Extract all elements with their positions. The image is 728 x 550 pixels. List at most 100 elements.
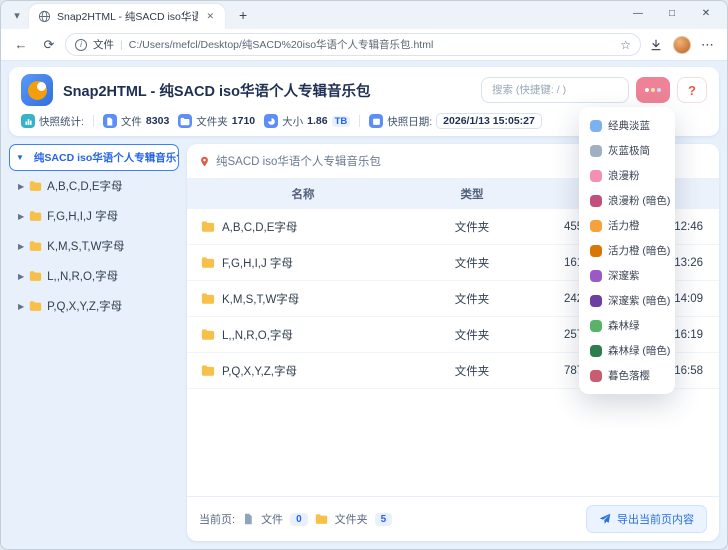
size-value: 1.86 [307,115,327,127]
caret-right-icon[interactable]: ▶ [18,302,24,311]
theme-option[interactable]: 深邃紫 [583,263,671,288]
row-name: K,M,S,T,W字母 [222,291,299,307]
url-divider: | [120,39,123,51]
theme-button[interactable] [636,77,670,103]
row-type: 文件夹 [419,291,525,307]
tree-item-label: L,,N,R,O,字母 [47,268,118,284]
folder-icon [201,256,215,269]
folder-icon [315,513,328,525]
folder-icon [29,210,42,222]
browser-menu-icon[interactable]: ⋯ [697,34,719,56]
caret-right-icon[interactable]: ▶ [18,212,24,221]
tree-item-label: K,M,S,T,W字母 [47,238,124,254]
theme-option[interactable]: 活力橙 (暗色) [583,238,671,263]
caret-right-icon[interactable]: ▶ [18,242,24,251]
url-scheme-label: 文件 [93,37,114,52]
tree-item-label: P,Q,X,Y,Z,字母 [47,298,122,314]
theme-option[interactable]: 浪漫粉 [583,163,671,188]
page-title: Snap2HTML - 纯SACD iso华语个人专辑音乐包 [63,80,471,101]
row-name: F,G,H,I,J 字母 [222,255,293,271]
column-header-type[interactable]: 类型 [419,186,525,202]
address-bar: ← ⟳ i 文件 | C:/Users/mefcl/Desktop/纯SACD%… [1,29,727,61]
palette-icon [645,88,649,92]
row-type: 文件夹 [419,219,525,235]
row-type: 文件夹 [419,363,525,379]
theme-swatch [590,245,602,257]
theme-option[interactable]: 森林绿 [583,313,671,338]
profile-avatar[interactable] [671,34,693,56]
tab-search-icon[interactable]: ▾ [5,9,29,22]
page-footer: 当前页: 文件 0 文件夹 5 导出当前页内容 [187,496,719,541]
maximize-button[interactable]: □ [655,1,689,25]
tree-item[interactable]: ▶ P,Q,X,Y,Z,字母 [9,291,179,321]
minimize-button[interactable]: — [621,1,655,25]
file-icon [242,513,254,525]
theme-swatch [590,120,602,132]
theme-option[interactable]: 浪漫粉 (暗色) [583,188,671,213]
url-text: C:/Users/mefcl/Desktop/纯SACD%20iso华语个人专辑… [129,37,615,52]
theme-swatch [590,195,602,207]
downloads-icon[interactable] [645,34,667,56]
tab-bar: ▾ Snap2HTML - 纯SACD iso华语个人 ✕ + — □ ✕ [1,1,727,29]
tree-item-label: F,G,H,I,J 字母 [47,208,118,224]
theme-menu: 经典淡蓝 灰蓝极简 浪漫粉 浪漫粉 (暗色) 活力橙 活力橙 (暗色) 深邃紫 [579,107,675,394]
column-header-name[interactable]: 名称 [187,186,419,202]
theme-option[interactable]: 暮色落樱 [583,363,671,388]
folder-icon [178,114,192,128]
page-info-icon[interactable]: i [75,39,87,51]
globe-icon [38,10,51,23]
window-controls: — □ ✕ [621,1,723,25]
bookmark-star-icon[interactable]: ☆ [620,38,631,52]
stat-size: 大小 1.86 TB [264,114,350,129]
folder-icon [29,270,42,282]
paper-plane-icon [599,513,611,525]
location-pin-icon [199,156,210,167]
row-name: P,Q,X,Y,Z,字母 [222,363,297,379]
theme-swatch [590,270,602,282]
caret-down-icon[interactable]: ▼ [16,153,24,162]
tab-close-icon[interactable]: ✕ [204,9,216,24]
tree-root-item[interactable]: ▼ 纯SACD iso华语个人专辑音乐包 [9,144,179,171]
tree-item[interactable]: ▶ A,B,C,D,E字母 [9,171,179,201]
folder-icon [29,300,42,312]
help-button[interactable]: ? [677,77,707,103]
folder-icon [29,240,42,252]
files-count-badge: 0 [290,513,308,526]
browser-tab[interactable]: Snap2HTML - 纯SACD iso华语个人 ✕ [29,4,225,29]
snapshot-date: 2026/1/13 15:05:27 [436,113,542,129]
tree-root-label: 纯SACD iso华语个人专辑音乐包 [34,150,179,165]
theme-swatch [590,345,602,357]
close-window-button[interactable]: ✕ [689,1,723,25]
calendar-icon [369,114,383,128]
row-type: 文件夹 [419,327,525,343]
pie-icon [264,114,278,128]
folders-count-badge: 5 [375,513,393,526]
theme-option[interactable]: 深邃紫 (暗色) [583,288,671,313]
tree-item[interactable]: ▶ F,G,H,I,J 字母 [9,201,179,231]
search-input[interactable] [481,77,629,103]
row-name: L,,N,R,O,字母 [222,327,293,343]
row-type: 文件夹 [419,255,525,271]
new-tab-button[interactable]: + [235,6,251,24]
folder-tree: ▼ 纯SACD iso华语个人专辑音乐包 ▶ A,B,C,D,E字母 ▶ F,G… [9,144,179,541]
theme-swatch [590,220,602,232]
tab-title: Snap2HTML - 纯SACD iso华语个人 [57,9,198,24]
browser-window: ▾ Snap2HTML - 纯SACD iso华语个人 ✕ + — □ ✕ ← … [0,0,728,550]
breadcrumb-path: 纯SACD iso华语个人专辑音乐包 [216,153,381,169]
theme-option[interactable]: 灰蓝极简 [583,138,671,163]
page-content: Snap2HTML - 纯SACD iso华语个人专辑音乐包 ? 快照统计: [1,61,727,549]
refresh-button[interactable]: ⟳ [37,33,61,57]
tree-item[interactable]: ▶ K,M,S,T,W字母 [9,231,179,261]
theme-option[interactable]: 森林绿 (暗色) [583,338,671,363]
theme-option[interactable]: 经典淡蓝 [583,113,671,138]
theme-option[interactable]: 活力橙 [583,213,671,238]
caret-right-icon[interactable]: ▶ [18,272,24,281]
export-button[interactable]: 导出当前页内容 [586,505,707,533]
theme-swatch [590,295,602,307]
stat-folders: 文件夹 1710 [178,114,255,129]
folders-count: 1710 [232,115,255,127]
caret-right-icon[interactable]: ▶ [18,182,24,191]
tree-item[interactable]: ▶ L,,N,R,O,字母 [9,261,179,291]
back-button[interactable]: ← [9,33,33,57]
url-field[interactable]: i 文件 | C:/Users/mefcl/Desktop/纯SACD%20is… [65,33,641,56]
